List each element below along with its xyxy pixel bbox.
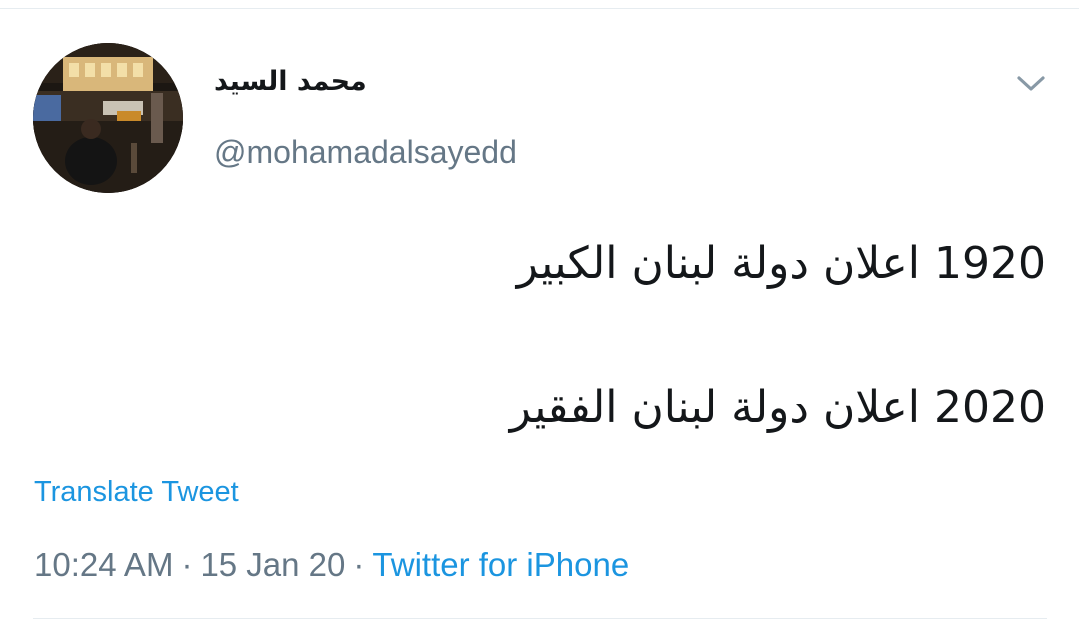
separator: · — [181, 546, 193, 583]
tweet-line: 1920 اعلان دولة لبنان الكبير — [516, 238, 1046, 289]
tweet-time[interactable]: 10:24 AM — [34, 546, 173, 583]
top-divider — [0, 8, 1079, 9]
avatar-photo — [33, 43, 183, 193]
tweet-line: 2020 اعلان دولة لبنان الفقير — [509, 382, 1046, 433]
tweet-date[interactable]: 15 Jan 20 — [200, 546, 345, 583]
tweet-source-link[interactable]: Twitter for iPhone — [372, 546, 629, 583]
chevron-down-icon[interactable] — [1014, 70, 1048, 98]
avatar[interactable] — [33, 43, 183, 193]
translate-tweet-link[interactable]: Translate Tweet — [34, 474, 239, 510]
tweet-text: 1920 اعلان دولة لبنان الكبير 2020 اعلان … — [326, 226, 1046, 446]
separator: · — [353, 546, 365, 583]
user-handle[interactable]: @mohamadalsayedd — [214, 132, 517, 172]
bottom-divider — [33, 618, 1047, 619]
display-name[interactable]: محمد السيد — [214, 64, 367, 100]
tweet-metadata: 10:24 AM · 15 Jan 20 · Twitter for iPhone — [34, 544, 629, 586]
